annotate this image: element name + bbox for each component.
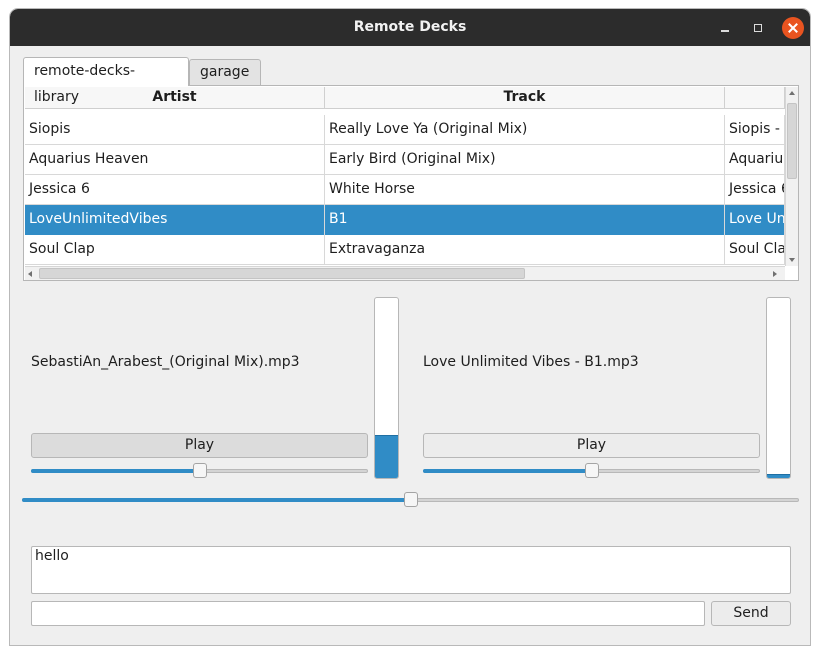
vertical-scrollbar[interactable] — [785, 87, 798, 266]
window-title: Remote Decks — [353, 19, 467, 35]
deck1-position-slider[interactable] — [31, 463, 368, 479]
deck2-play-button[interactable]: Play — [423, 433, 760, 458]
slider-fill — [423, 469, 592, 473]
tab-remote-decks-library[interactable]: remote-decks-library — [23, 57, 189, 105]
scroll-up-icon[interactable] — [789, 91, 795, 95]
volume-fill — [375, 434, 398, 478]
scroll-left-icon[interactable] — [28, 271, 32, 277]
cell-artist: Aquarius Heaven — [25, 145, 325, 175]
slider-fill — [22, 498, 411, 502]
cell-artist: Soul Clap — [25, 235, 325, 265]
deck2-volume-slider[interactable] — [766, 297, 791, 479]
cell-extra: Jessica 6 — [725, 175, 785, 205]
cell-extra: Aquarius H — [725, 145, 785, 175]
cell-artist: Jessica 6 — [25, 175, 325, 205]
scroll-down-icon[interactable] — [789, 258, 795, 262]
deck1-play-button[interactable]: Play — [31, 433, 368, 458]
deck1-file-label: SebastiAn_Arabest_(Original Mix).mp3 — [31, 354, 300, 370]
slider-handle[interactable] — [192, 463, 207, 478]
cell-track: Extravaganza — [325, 235, 725, 265]
title-bar: Remote Decks — [10, 9, 810, 46]
cell-track: Early Bird (Original Mix) — [325, 145, 725, 175]
cell-extra: Soul Cla — [725, 235, 785, 265]
cell-track: White Horse — [325, 175, 725, 205]
deck1-volume-slider[interactable] — [374, 297, 399, 479]
cell-track: Really Love Ya (Original Mix) — [325, 115, 725, 145]
column-header-track[interactable]: Track — [325, 87, 725, 109]
table-row[interactable]: Soul Clap Extravaganza Soul Cla — [25, 235, 785, 265]
minimize-icon[interactable] — [715, 18, 735, 38]
slider-fill — [31, 469, 200, 473]
table-row[interactable]: Jessica 6 White Horse Jessica 6 — [25, 175, 785, 205]
volume-fill — [767, 474, 790, 478]
table-header: Artist Track — [25, 87, 785, 109]
library-panel: Artist Track Siopis Really Love Ya (Orig… — [23, 85, 799, 281]
cell-artist: LoveUnlimitedVibes — [25, 205, 325, 235]
send-button[interactable]: Send — [711, 601, 791, 626]
scroll-right-icon[interactable] — [773, 271, 777, 277]
table-row[interactable]: Aquarius Heaven Early Bird (Original Mix… — [25, 145, 785, 175]
tab-garage[interactable]: garage — [189, 59, 261, 85]
message-input[interactable] — [31, 601, 705, 626]
cell-extra: Siopis - R — [725, 115, 785, 145]
table-row-selected[interactable]: LoveUnlimitedVibes B1 Love Un — [25, 205, 785, 235]
crossfader-slider[interactable] — [22, 492, 799, 508]
message-log[interactable]: hello — [31, 546, 791, 594]
slider-handle[interactable] — [403, 492, 418, 507]
deck2-position-slider[interactable] — [423, 463, 760, 479]
vertical-scroll-thumb[interactable] — [787, 103, 797, 179]
slider-handle[interactable] — [584, 463, 599, 478]
close-icon[interactable] — [782, 17, 804, 39]
cell-artist: Siopis — [25, 115, 325, 145]
cell-extra: Love Un — [725, 205, 785, 235]
cell-track: B1 — [325, 205, 725, 235]
deck2-file-label: Love Unlimited Vibes - B1.mp3 — [423, 354, 639, 370]
maximize-icon[interactable] — [748, 18, 768, 38]
app-window: Remote Decks remote-decks-library garage… — [9, 8, 811, 646]
library-table[interactable]: Artist Track Siopis Really Love Ya (Orig… — [25, 87, 798, 280]
horizontal-scroll-thumb[interactable] — [39, 268, 525, 279]
table-row[interactable]: Siopis Really Love Ya (Original Mix) Sio… — [25, 115, 785, 145]
horizontal-scrollbar[interactable] — [25, 266, 785, 280]
column-header-extra[interactable] — [725, 87, 785, 109]
